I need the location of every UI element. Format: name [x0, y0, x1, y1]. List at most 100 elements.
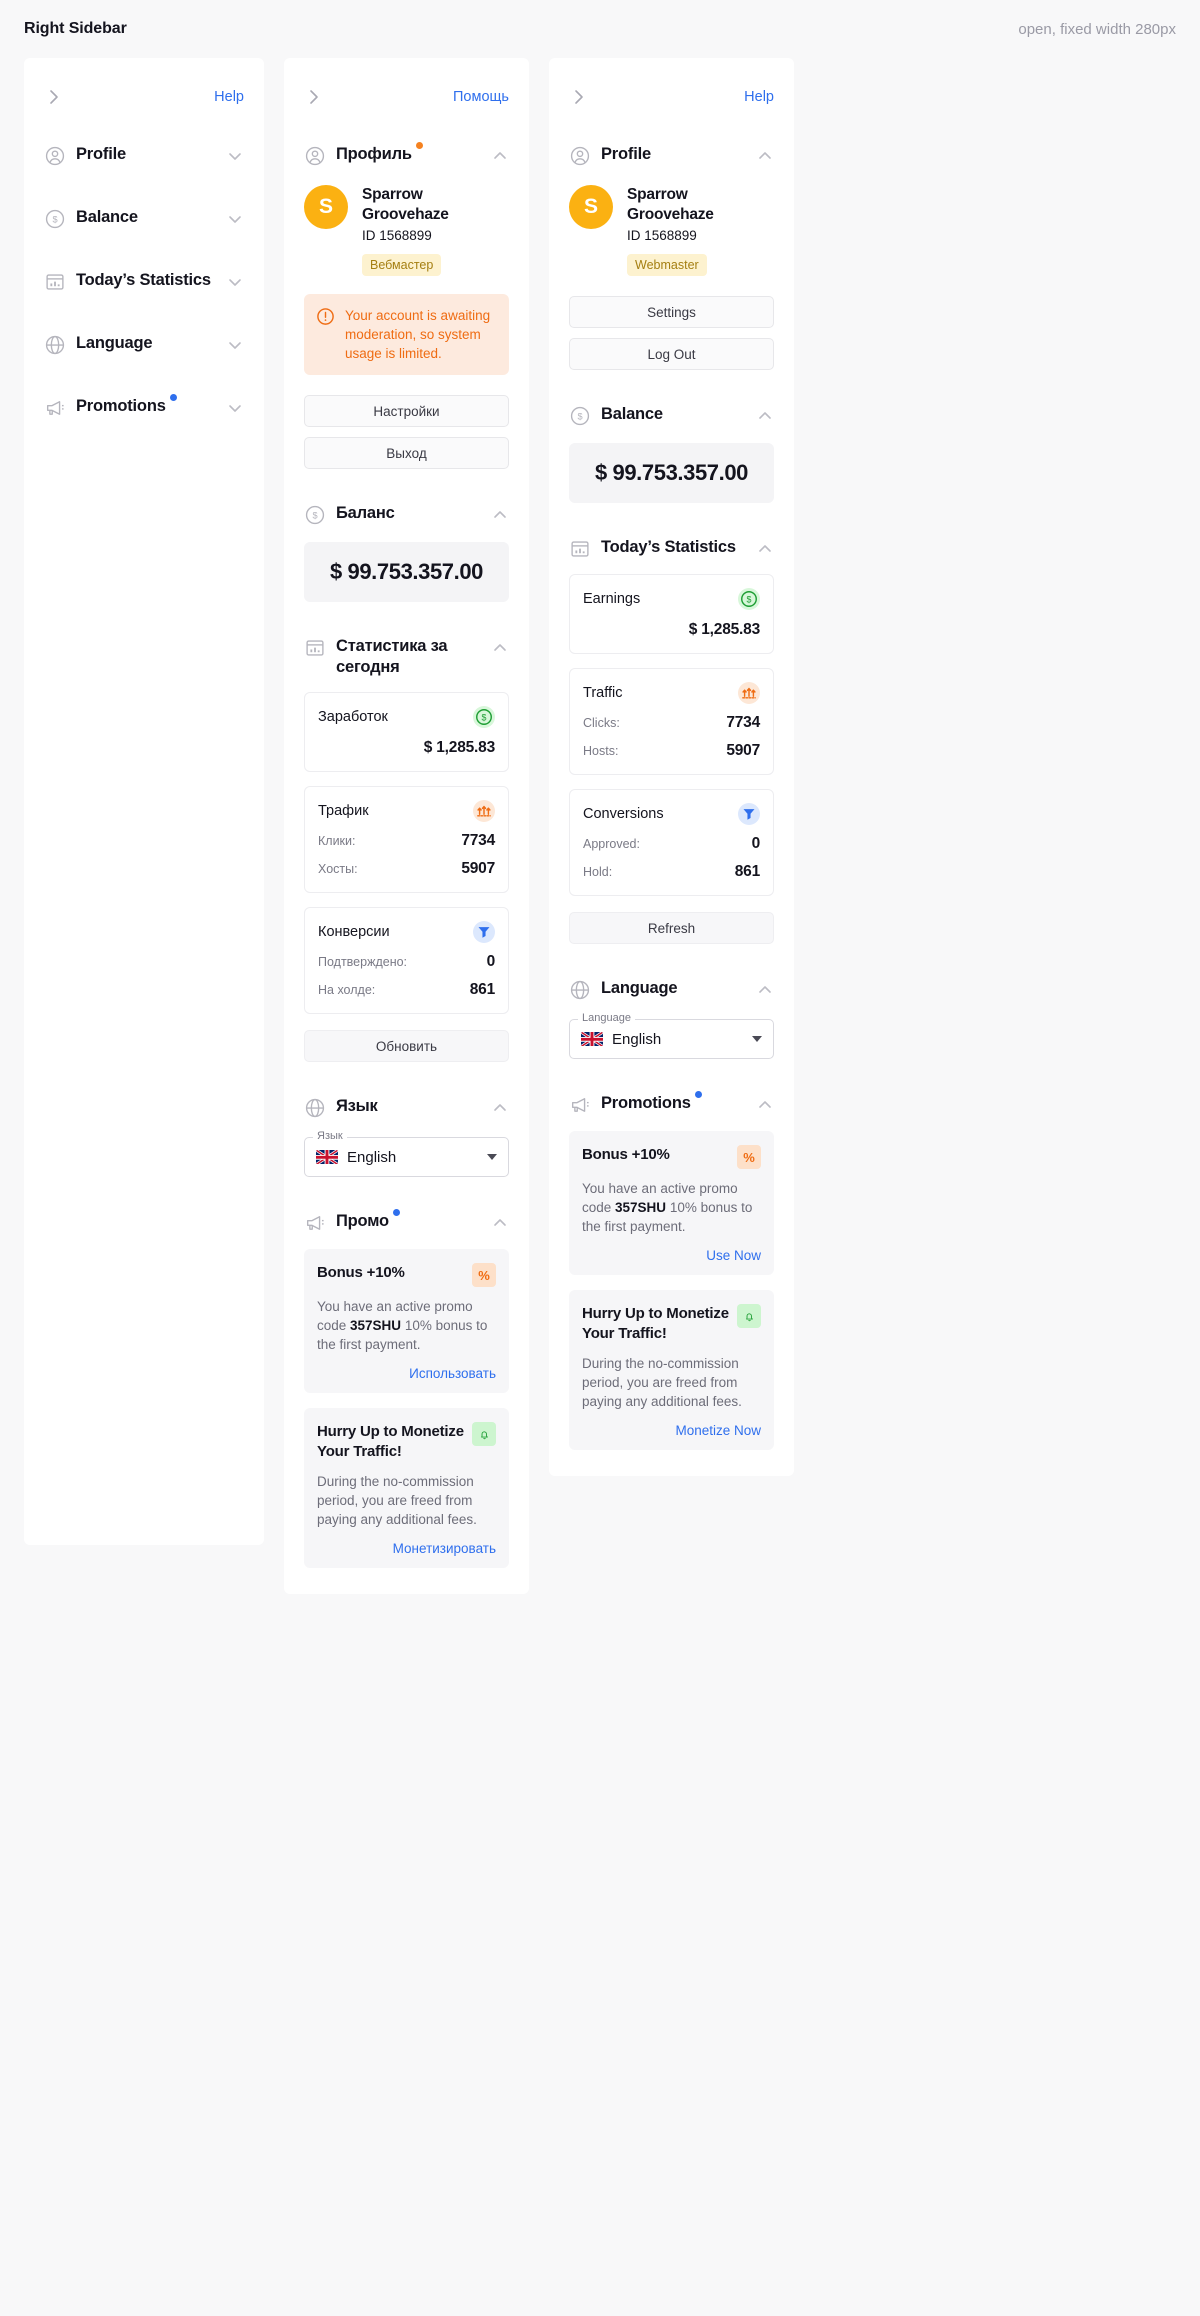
sidebar-item-language[interactable]: Language	[44, 333, 244, 356]
logout-button[interactable]: Выход	[304, 437, 509, 469]
chevron-down-icon[interactable]	[226, 336, 244, 354]
funnel-icon	[738, 803, 760, 825]
sidebar-item-text: Promotions	[76, 397, 166, 415]
sidebar-item-label: Language	[76, 334, 153, 352]
promo-title: Hurry Up to Monetize Your Traffic!	[582, 1305, 729, 1342]
promo-action-link[interactable]: Использовать	[317, 1366, 496, 1381]
stat-row-label: Подтверждено:	[318, 955, 408, 969]
help-link[interactable]: Help	[744, 89, 774, 105]
section-header-profile[interactable]: Profile	[569, 144, 774, 167]
promo-body: You have an active promo code 357SHU 10%…	[317, 1297, 496, 1354]
sidebar-expanded-ru: Помощь Профиль S Sparrow Groovehaze ID 1…	[284, 58, 529, 1594]
language-select[interactable]: Language English	[569, 1012, 774, 1059]
refresh-button[interactable]: Refresh	[569, 912, 774, 944]
chevron-down-icon[interactable]	[226, 210, 244, 228]
megaphone-icon	[569, 1094, 591, 1116]
sidebar-item-balance[interactable]: $ Balance	[44, 207, 244, 230]
language-select-legend: Язык	[313, 1130, 347, 1142]
chevron-up-icon[interactable]	[491, 1214, 509, 1232]
settings-button[interactable]: Settings	[569, 296, 774, 328]
sidebar-item-todays-statistics[interactable]: Today’s Statistics	[44, 270, 244, 293]
chevron-right-icon[interactable]	[569, 87, 589, 107]
chevron-down-icon[interactable]	[487, 1154, 497, 1160]
uk-flag-icon	[316, 1149, 338, 1165]
topbar: Right Sidebar open, fixed width 280px	[0, 0, 1200, 58]
stat-card-traffic: Traffic Clicks: 7734 Hosts: 5907	[569, 668, 774, 775]
stat-row-value: 7734	[726, 714, 760, 731]
sidebar-item-promotions[interactable]: Promotions	[44, 394, 244, 419]
logout-button[interactable]: Log Out	[569, 338, 774, 370]
refresh-button[interactable]: Обновить	[304, 1030, 509, 1062]
chevron-up-icon[interactable]	[756, 1096, 774, 1114]
chevron-up-icon[interactable]	[756, 407, 774, 425]
section-header-balance[interactable]: $ Баланс	[304, 503, 509, 526]
stat-card-traffic: Трафик Клики: 7734 Хосты: 5907	[304, 786, 509, 893]
chevron-up-icon[interactable]	[491, 506, 509, 524]
chevron-down-icon[interactable]	[226, 399, 244, 417]
section-title: Language	[601, 979, 678, 997]
chevron-right-icon[interactable]	[304, 87, 324, 107]
notification-dot	[392, 1209, 400, 1216]
chevron-up-icon[interactable]	[756, 147, 774, 165]
avatar: S	[569, 185, 613, 229]
chevron-right-icon[interactable]	[44, 87, 64, 107]
section-header-language[interactable]: Language	[569, 978, 774, 1001]
chevron-up-icon[interactable]	[491, 639, 509, 657]
promo-title: Hurry Up to Monetize Your Traffic!	[317, 1423, 464, 1460]
section-header-language[interactable]: Язык	[304, 1096, 509, 1119]
promo-action-link[interactable]: Use Now	[582, 1248, 761, 1263]
dollar-badge-icon: $	[738, 588, 760, 610]
dollar-badge-icon: $	[473, 706, 495, 728]
funnel-icon	[473, 921, 495, 943]
balance-amount: $ 99.753.357.00	[569, 443, 774, 503]
stat-row-value: 0	[486, 953, 496, 970]
chevron-up-icon[interactable]	[756, 540, 774, 558]
user-circle-icon	[304, 145, 326, 167]
promo-code: 357SHU	[350, 1318, 402, 1333]
section-header-statistics[interactable]: Статистика за сегодня	[304, 636, 509, 678]
avatar: S	[304, 185, 348, 229]
stat-value: $ 1,285.83	[423, 739, 495, 756]
section-header-balance[interactable]: $ Balance	[569, 404, 774, 427]
page-title: Right Sidebar	[24, 20, 127, 37]
language-select[interactable]: Язык English	[304, 1130, 509, 1177]
chevron-up-icon[interactable]	[491, 147, 509, 165]
language-select-legend: Language	[578, 1012, 635, 1024]
columns-container: Help Profile $ Balance Today’s Statistic…	[0, 58, 1200, 1594]
help-link[interactable]: Помощь	[453, 89, 509, 105]
promo-card: Bonus +10% % You have an active promo co…	[569, 1131, 774, 1275]
stat-row-label: Hosts:	[583, 744, 619, 758]
chevron-up-icon[interactable]	[756, 981, 774, 999]
settings-button[interactable]: Настройки	[304, 395, 509, 427]
sidebar-item-profile[interactable]: Profile	[44, 144, 244, 167]
topbar-note: open, fixed width 280px	[1018, 20, 1176, 38]
section-header-profile[interactable]: Профиль	[304, 142, 509, 167]
chevron-up-icon[interactable]	[491, 1099, 509, 1117]
user-circle-icon	[44, 145, 66, 167]
stat-label: Трафик	[318, 803, 369, 819]
bell-icon	[737, 1304, 761, 1328]
sidebar-ru-header: Помощь	[304, 80, 509, 114]
section-header-promotions[interactable]: Промо	[304, 1209, 509, 1234]
section-header-promotions[interactable]: Promotions	[569, 1091, 774, 1116]
chevron-down-icon[interactable]	[226, 273, 244, 291]
stat-label: Заработок	[318, 709, 388, 725]
dollar-circle-icon: $	[569, 405, 591, 427]
stat-card-earnings: Earnings $ $ 1,285.83	[569, 574, 774, 654]
section-title: Today’s Statistics	[601, 538, 736, 556]
sidebar-item-label: Today’s Statistics	[76, 271, 211, 289]
chevron-down-icon[interactable]	[752, 1036, 762, 1042]
notification-dot	[415, 142, 423, 149]
dollar-circle-icon: $	[304, 504, 326, 526]
svg-text:$: $	[312, 511, 317, 521]
user-id: ID 1568899	[362, 228, 432, 243]
section-header-statistics[interactable]: Today’s Statistics	[569, 537, 774, 560]
chevron-down-icon[interactable]	[226, 147, 244, 165]
help-link[interactable]: Help	[214, 89, 244, 105]
promo-action-link[interactable]: Монетизировать	[317, 1541, 496, 1556]
sidebar-item-label: Balance	[76, 208, 138, 226]
promo-card: Hurry Up to Monetize Your Traffic! Durin…	[569, 1290, 774, 1450]
promo-body: You have an active promo code 357SHU 10%…	[582, 1179, 761, 1236]
sidebar-en-header: Help	[569, 80, 774, 114]
promo-action-link[interactable]: Monetize Now	[582, 1423, 761, 1438]
